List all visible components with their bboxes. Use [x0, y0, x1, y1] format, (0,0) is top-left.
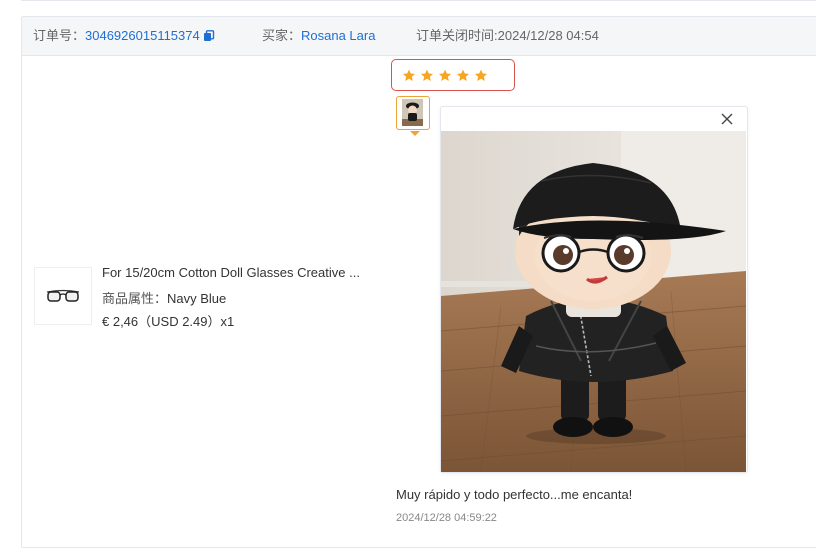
star-icon — [420, 69, 434, 81]
star-icon — [402, 69, 416, 81]
review-image-thumbnail[interactable] — [396, 96, 430, 130]
star-icon — [474, 69, 488, 81]
copy-icon[interactable] — [203, 29, 215, 42]
product-attribute-value: Navy Blue — [167, 291, 227, 306]
top-divider — [21, 0, 816, 1]
closed-time-value: 2024/12/28 04:54 — [497, 28, 599, 43]
product-attribute-label: 商品属性： — [102, 291, 168, 306]
rating-stars — [401, 68, 489, 83]
glasses-image — [46, 289, 80, 302]
product-image[interactable] — [34, 267, 92, 325]
close-icon[interactable] — [719, 111, 735, 127]
review-time: 2024/12/28 04:59:22 — [396, 512, 497, 524]
product-attribute: 商品属性：Navy Blue — [102, 288, 226, 307]
order-number-group: 订单号：3046926015115374 — [33, 17, 215, 55]
closed-time-label: 订单关闭时间: — [416, 28, 498, 43]
buyer-name-link[interactable]: Rosana Lara — [301, 28, 375, 43]
review-image-preview — [440, 106, 748, 473]
doll-thumbnail-image — [402, 99, 423, 126]
star-icon — [438, 69, 452, 81]
order-number-label: 订单号： — [33, 28, 86, 43]
review-photo — [441, 131, 746, 472]
product-title[interactable]: For 15/20cm Cotton Doll Glasses Creative… — [102, 265, 360, 280]
order-header: 订单号：3046926015115374 买家：Rosana Lara 订单关闭… — [22, 17, 816, 56]
rating-highlight — [391, 59, 515, 91]
buyer-label: 买家： — [262, 28, 302, 43]
thumbnail-pointer — [410, 131, 420, 136]
star-icon — [456, 69, 470, 81]
product-price: € 2,46（USD 2.49）x1 — [102, 314, 235, 329]
doll-photo — [441, 131, 746, 472]
order-card: 订单号：3046926015115374 买家：Rosana Lara 订单关闭… — [21, 16, 816, 548]
review-text: Muy rápido y todo perfecto...me encanta! — [396, 487, 633, 502]
buyer-group: 买家：Rosana Lara — [262, 17, 375, 55]
order-number-link[interactable]: 3046926015115374 — [85, 28, 200, 43]
closed-time-group: 订单关闭时间:2024/12/28 04:54 — [416, 17, 599, 55]
